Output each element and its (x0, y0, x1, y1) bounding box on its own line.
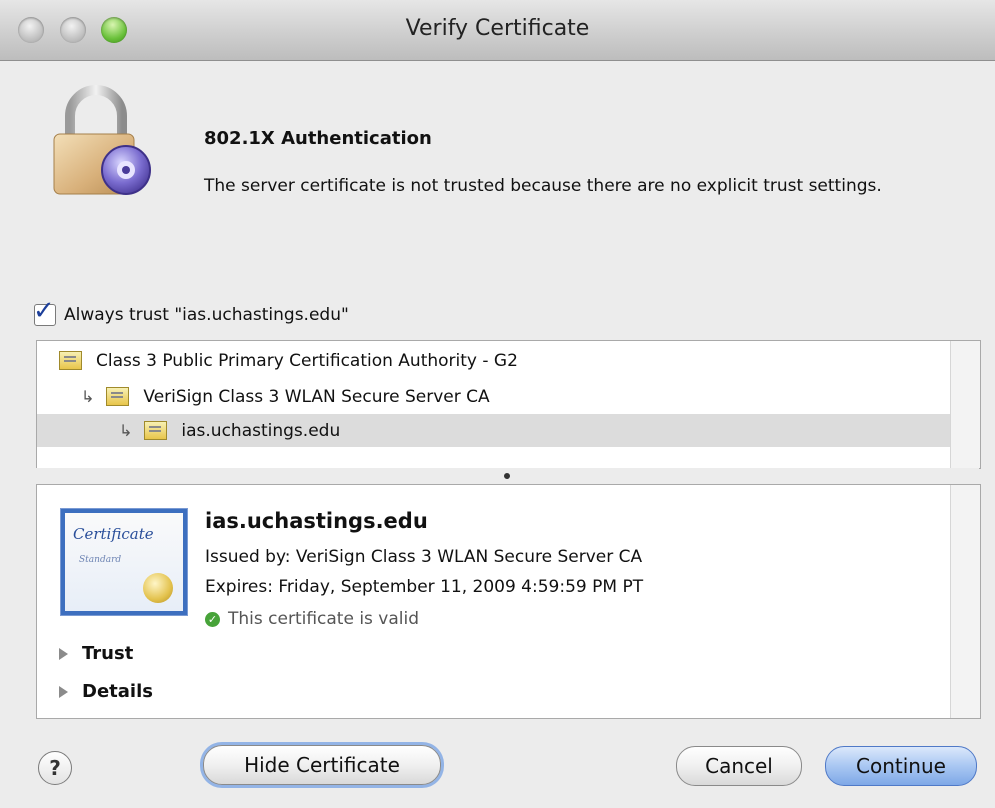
details-disclosure[interactable]: Details (59, 681, 153, 702)
certificate-image-text: Certificate (73, 525, 154, 543)
trust-section-label: Trust (82, 643, 134, 664)
certificate-image-subtext: Standard (79, 555, 122, 565)
details-section-label: Details (82, 681, 153, 702)
divider-handle-icon (504, 473, 510, 479)
child-arrow-icon: ↳ (119, 421, 133, 440)
always-trust-label: Always trust "ias.uchastings.edu" (64, 305, 349, 325)
seal-icon (143, 573, 173, 603)
chain-item-intermediate[interactable]: ↳ VeriSign Class 3 WLAN Secure Server CA (37, 380, 950, 413)
certificate-icon (106, 387, 130, 406)
certificate-chain-list: Class 3 Public Primary Certification Aut… (36, 340, 981, 469)
chain-item-leaf[interactable]: ↳ ias.uchastings.edu (37, 414, 950, 447)
details-scrollbar[interactable] (950, 485, 980, 718)
cancel-button[interactable]: Cancel (676, 746, 802, 786)
checkmark-icon: ✓ (33, 296, 55, 326)
certificate-details-pane: Certificate Standard ias.uchastings.edu … (36, 484, 981, 719)
issued-by: Issued by: VeriSign Class 3 WLAN Secure … (205, 547, 643, 567)
validity-status-text: This certificate is valid (228, 609, 420, 629)
chain-item-label: VeriSign Class 3 WLAN Secure Server CA (143, 386, 490, 407)
chain-scrollbar[interactable] (950, 341, 980, 468)
split-view-divider[interactable] (36, 468, 979, 484)
check-circle-icon: ✓ (205, 611, 220, 627)
expires: Expires: Friday, September 11, 2009 4:59… (205, 577, 644, 597)
chain-item-label: ias.uchastings.edu (181, 420, 341, 441)
title-bar: Verify Certificate (0, 0, 995, 61)
certificate-icon: Certificate Standard (61, 509, 187, 615)
child-arrow-icon: ↳ (81, 387, 95, 406)
chain-item-root[interactable]: Class 3 Public Primary Certification Aut… (37, 344, 950, 377)
trust-disclosure[interactable]: Trust (59, 643, 133, 664)
disclosure-triangle-icon (59, 647, 68, 660)
always-trust-checkbox[interactable]: ✓ (33, 296, 56, 326)
certificate-icon (59, 351, 82, 370)
chain-item-label: Class 3 Public Primary Certification Aut… (96, 350, 518, 371)
always-trust-row[interactable]: ✓ Always trust "ias.uchastings.edu" (33, 296, 349, 328)
verify-certificate-window: Verify Certificate 802.1X Authentication… (0, 0, 995, 808)
help-button[interactable]: ? (38, 751, 72, 785)
continue-button[interactable]: Continue (825, 746, 977, 786)
validity-status: ✓ This certificate is valid (205, 609, 419, 629)
dialog-heading: 802.1X Authentication (204, 128, 432, 149)
window-title: Verify Certificate (405, 16, 590, 41)
dialog-message: The server certificate is not trusted be… (204, 176, 882, 196)
hide-certificate-button[interactable]: Hide Certificate (203, 745, 441, 785)
certificate-icon (144, 421, 168, 440)
lock-icon (53, 85, 151, 195)
certificate-name: ias.uchastings.edu (205, 509, 428, 533)
disclosure-triangle-icon (59, 685, 68, 698)
